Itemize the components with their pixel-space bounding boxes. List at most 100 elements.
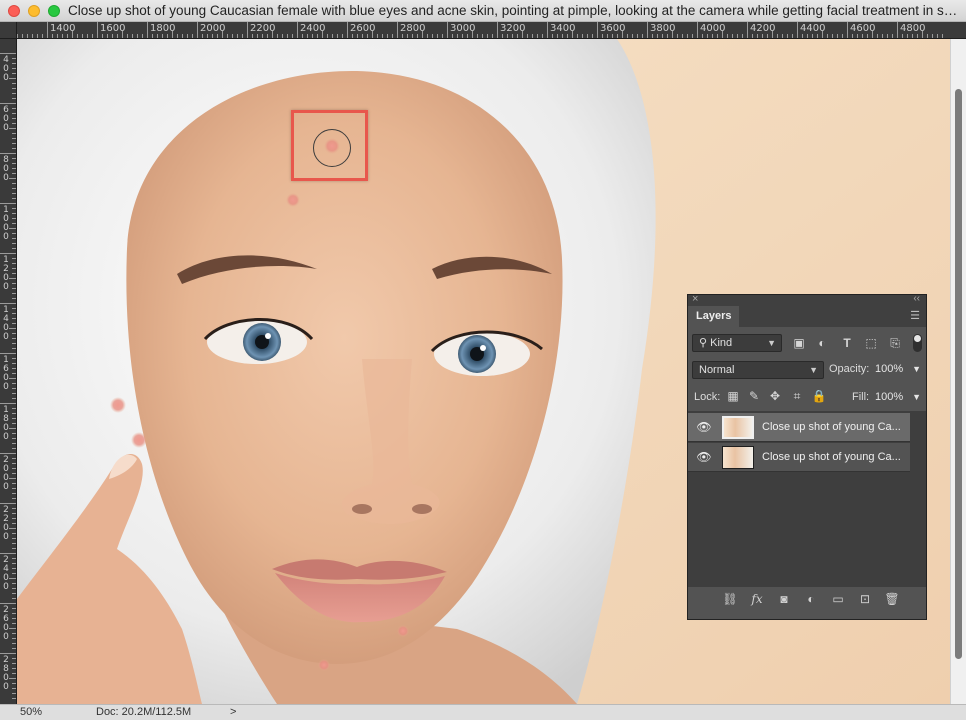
artboard-lock-icon[interactable]: ⌗	[789, 389, 805, 403]
ruler-minor-tick	[567, 34, 568, 38]
ruler-minor-tick	[12, 118, 16, 119]
new-adjustment-layer-icon[interactable]: ◐	[802, 592, 820, 606]
ruler-minor-tick	[902, 34, 903, 38]
ruler-minor-tick	[772, 31, 773, 38]
window-minimize-button[interactable]	[28, 5, 40, 17]
lock-all-icon[interactable]: 🔒	[811, 389, 827, 403]
scrollbar-thumb[interactable]	[955, 89, 962, 659]
layer-row[interactable]: 👁 Close up shot of young Ca...	[688, 413, 910, 442]
ruler-minor-tick	[12, 598, 16, 599]
ruler-minor-tick	[787, 34, 788, 38]
ruler-minor-tick	[502, 34, 503, 38]
ruler-minor-tick	[442, 34, 443, 38]
ruler-major-tick	[347, 22, 348, 38]
filter-toggle[interactable]	[913, 334, 922, 352]
ruler-minor-tick	[12, 493, 16, 494]
ruler-minor-tick	[12, 563, 16, 564]
ruler-minor-tick	[362, 34, 363, 38]
ruler-minor-tick	[577, 34, 578, 38]
status-bar: 50% Doc: 20.2M/112.5M >	[0, 704, 966, 720]
ruler-minor-tick	[517, 34, 518, 38]
ruler-minor-tick	[327, 34, 328, 38]
adjustment-layer-filter-icon[interactable]: ◐	[814, 336, 830, 350]
lock-image-pixels-icon[interactable]: ✎	[746, 389, 762, 403]
ruler-minor-tick	[117, 34, 118, 38]
ruler-minor-tick	[12, 698, 16, 699]
vertical-scrollbar[interactable]	[950, 39, 966, 704]
zoom-level[interactable]: 50%	[20, 706, 42, 718]
vertical-ruler[interactable]: 4006008001000120014001600180020002200240…	[0, 39, 17, 704]
ruler-minor-tick	[712, 34, 713, 38]
ruler-minor-tick	[177, 34, 178, 38]
ruler-minor-tick	[822, 31, 823, 38]
ruler-minor-tick	[152, 34, 153, 38]
window-zoom-button[interactable]	[48, 5, 60, 17]
ruler-minor-tick	[92, 34, 93, 38]
status-menu-arrow[interactable]: >	[230, 706, 236, 718]
collapse-panel-icon[interactable]: ‹‹	[913, 293, 920, 304]
ruler-minor-tick	[12, 523, 16, 524]
lock-position-icon[interactable]: ✥	[767, 389, 783, 403]
ruler-minor-tick	[427, 34, 428, 38]
ruler-minor-tick	[192, 34, 193, 38]
ruler-minor-tick	[812, 34, 813, 38]
chevron-down-icon: ▼	[767, 338, 776, 348]
ruler-minor-tick	[277, 34, 278, 38]
layer-style-fx-icon[interactable]: fx	[748, 592, 766, 606]
ruler-minor-tick	[387, 34, 388, 38]
ruler-minor-tick	[182, 34, 183, 38]
fill-field[interactable]: 100% ▼	[875, 389, 921, 406]
panel-menu-icon[interactable]: ☰	[910, 309, 920, 322]
tab-layers[interactable]: Layers	[688, 306, 740, 327]
blend-mode-dropdown[interactable]: Normal ▼	[692, 361, 824, 379]
ruler-minor-tick	[9, 578, 16, 579]
ruler-major-tick	[197, 22, 198, 38]
ruler-minor-tick	[12, 623, 16, 624]
pixel-layer-filter-icon[interactable]: ▣	[791, 336, 807, 350]
ruler-minor-tick	[12, 123, 16, 124]
smart-object-filter-icon[interactable]: ⎘	[887, 336, 903, 350]
lock-transparent-pixels-icon[interactable]: ▦	[725, 389, 741, 403]
new-layer-icon[interactable]: ⊡	[856, 592, 874, 606]
opacity-field[interactable]: 100% ▼	[875, 361, 921, 378]
link-layers-icon[interactable]: ⛓	[721, 592, 739, 606]
ruler-minor-tick	[12, 233, 16, 234]
ruler-minor-tick	[827, 34, 828, 38]
visibility-eye-icon[interactable]: 👁	[696, 420, 712, 434]
lock-label: Lock:	[694, 391, 721, 403]
close-panel-icon[interactable]: ×	[692, 293, 698, 305]
ruler-minor-tick	[842, 34, 843, 38]
horizontal-ruler[interactable]: 1400 1600 1800 2000 2200 2400 2600 2800 3000 3200…	[17, 22, 966, 39]
ruler-minor-tick	[272, 31, 273, 38]
brush-cursor-circle	[313, 129, 351, 167]
layers-bottom-toolbar: ⛓ fx ◙ ◐ ▭ ⊡ 🗑	[688, 586, 926, 611]
layer-row[interactable]: 👁 Close up shot of young Ca...	[688, 443, 910, 472]
ruler-minor-tick	[632, 34, 633, 38]
visibility-eye-icon[interactable]: 👁	[696, 450, 712, 464]
ruler-minor-tick	[407, 34, 408, 38]
new-group-folder-icon[interactable]: ▭	[829, 592, 847, 606]
ruler-major-tick	[297, 22, 298, 38]
ruler-minor-tick	[337, 34, 338, 38]
ruler-minor-tick	[12, 323, 16, 324]
layer-name: Close up shot of young Ca...	[762, 421, 901, 433]
ruler-minor-tick	[12, 618, 16, 619]
window-close-button[interactable]	[8, 5, 20, 17]
ruler-minor-tick	[12, 583, 16, 584]
ruler-minor-tick	[17, 34, 18, 38]
ruler-minor-tick	[782, 34, 783, 38]
ruler-minor-tick	[12, 658, 16, 659]
filter-toggle-knob	[914, 335, 921, 342]
ruler-minor-tick	[717, 34, 718, 38]
shape-layer-filter-icon[interactable]: ⬚	[863, 336, 879, 350]
ruler-minor-tick	[267, 34, 268, 38]
add-mask-icon[interactable]: ◙	[775, 592, 793, 606]
ruler-minor-tick	[122, 31, 123, 38]
filter-kind-dropdown[interactable]: ⚲ Kind ▼	[692, 334, 782, 352]
ruler-label: 2600	[3, 605, 9, 642]
ruler-minor-tick	[12, 498, 16, 499]
ruler-minor-tick	[12, 643, 16, 644]
type-layer-filter-icon[interactable]: T	[839, 336, 855, 350]
delete-layer-trash-icon[interactable]: 🗑	[883, 592, 901, 606]
ruler-major-tick	[847, 22, 848, 38]
